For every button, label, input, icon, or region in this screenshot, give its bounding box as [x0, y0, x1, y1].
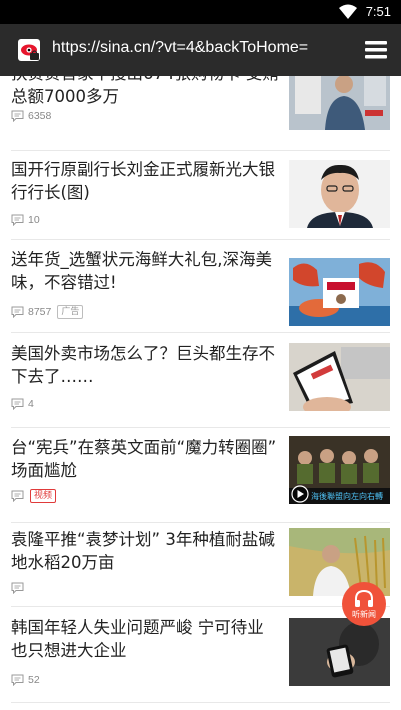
news-feed[interactable]: 扶贫贷官家中搜出674张购物卡 受贿总额7000多万 6358 国开行原副行长刘…: [0, 76, 401, 710]
browser-url-bar[interactable]: https://sina.cn/?vt=4&backToHome=: [0, 24, 401, 76]
comment-icon: [11, 110, 24, 122]
news-thumbnail[interactable]: [289, 258, 390, 326]
news-title[interactable]: 国开行原副行长刘金正式履新光大银行行长(图): [11, 158, 279, 204]
news-item[interactable]: 韩国年轻人失业问题严峻 宁可待业也只想进大企业 52: [0, 612, 401, 702]
news-title[interactable]: 韩国年轻人失业问题严峻 宁可待业也只想进大企业: [11, 616, 279, 662]
comment-count: 4: [28, 398, 34, 410]
news-item[interactable]: 袁隆平推“袁梦计划” 3年种植耐盐碱地水稻20万亩: [0, 526, 401, 610]
news-thumbnail[interactable]: [289, 618, 390, 686]
clock: 7:51: [365, 4, 391, 19]
divider: [11, 239, 390, 240]
divider: [11, 702, 390, 703]
divider: [11, 606, 390, 607]
news-title[interactable]: 送年货_选蟹状元海鲜大礼包,深海美味，不容错过!: [11, 248, 279, 294]
news-meta: 4: [11, 397, 34, 411]
comment-icon: [11, 214, 24, 226]
comment-icon: [11, 398, 24, 410]
comment-count: 6358: [28, 110, 52, 122]
divider: [11, 522, 390, 523]
menu-icon[interactable]: [365, 41, 387, 59]
ad-badge: 广告: [57, 305, 84, 319]
headphones-icon: [355, 590, 373, 607]
comment-count: 10: [28, 214, 40, 226]
comment-icon: [11, 306, 24, 318]
divider: [11, 150, 390, 151]
news-meta: 视频: [11, 489, 57, 503]
news-item-ad[interactable]: 送年货_选蟹状元海鲜大礼包,深海美味，不容错过! 8757 广告: [0, 246, 401, 332]
comment-icon: [11, 674, 24, 686]
listen-label: 听新闻: [352, 610, 376, 619]
news-item[interactable]: 扶贫贷官家中搜出674张购物卡 受贿总额7000多万 6358: [0, 76, 401, 142]
status-bar: 7:51: [0, 0, 401, 24]
news-item[interactable]: 美国外卖市场怎么了？巨头都生存不下去了…… 4: [0, 338, 401, 428]
comment-icon: [11, 490, 24, 502]
news-thumbnail-video[interactable]: 海後聯盟向左向右轉: [289, 436, 390, 504]
video-badge: 视频: [30, 489, 57, 503]
news-title[interactable]: 扶贫贷官家中搜出674张购物卡 受贿总额7000多万: [11, 76, 279, 108]
sina-eye-icon[interactable]: [18, 39, 40, 61]
comment-count: 8757: [28, 306, 52, 318]
news-meta: 10: [11, 213, 40, 227]
news-meta: 6358: [11, 109, 51, 123]
news-thumbnail[interactable]: [289, 160, 390, 228]
divider: [11, 332, 390, 333]
news-meta: 52: [11, 673, 40, 687]
news-thumbnail[interactable]: [289, 343, 390, 411]
wifi-icon: [339, 4, 357, 19]
news-title[interactable]: 美国外卖市场怎么了？巨头都生存不下去了……: [11, 342, 279, 388]
comment-count: 52: [28, 674, 40, 686]
divider: [11, 427, 390, 428]
news-item-video[interactable]: 台“宪兵”在蔡英文面前“魔力转圈圈” 场面尴尬 视频 海後聯盟向左向右轉: [0, 432, 401, 522]
comment-icon: [11, 582, 24, 594]
news-meta: [11, 581, 28, 595]
news-title[interactable]: 袁隆平推“袁梦计划” 3年种植耐盐碱地水稻20万亩: [11, 528, 279, 574]
news-thumbnail[interactable]: [289, 76, 390, 130]
listen-news-button[interactable]: 听新闻: [342, 582, 386, 626]
news-meta: 8757 广告: [11, 305, 84, 319]
url-text[interactable]: https://sina.cn/?vt=4&backToHome=: [52, 39, 350, 61]
video-caption: 海後聯盟向左向右轉: [311, 491, 383, 501]
news-item[interactable]: 国开行原副行长刘金正式履新光大银行行长(图) 10: [0, 156, 401, 242]
news-title[interactable]: 台“宪兵”在蔡英文面前“魔力转圈圈” 场面尴尬: [11, 436, 279, 482]
